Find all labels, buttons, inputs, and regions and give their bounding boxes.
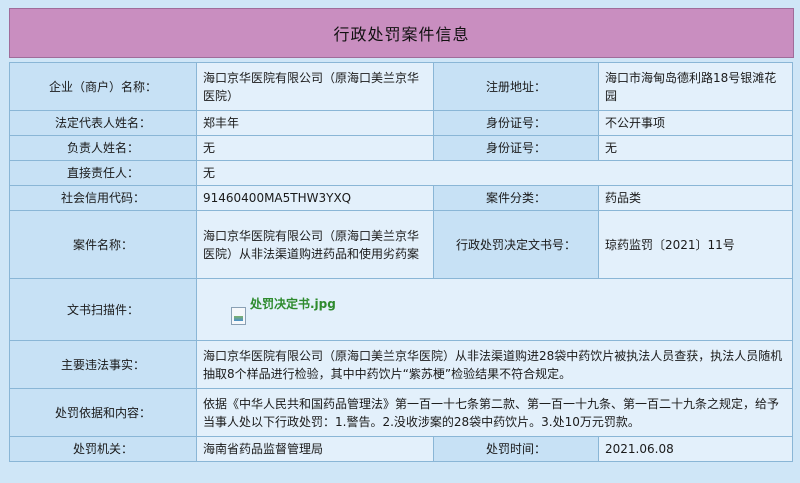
scan-value: 处罚决定书.jpg — [196, 278, 793, 341]
scan-attachment[interactable]: 处罚决定书.jpg — [203, 295, 786, 325]
violations-value: 海口京华医院有限公司（原海口美兰京华医院）从非法渠道购进28袋中药饮片被执法人员… — [196, 340, 793, 389]
penalty-date-label: 处罚时间： — [433, 436, 599, 462]
table-row-person-in-charge: 负责人姓名： 无 身份证号： 无 — [9, 135, 793, 161]
direct-responsible-label: 直接责任人： — [9, 160, 197, 186]
scan-label: 文书扫描件： — [9, 278, 197, 341]
basis-value: 依据《中华人民共和国药品管理法》第一百一十七条第二款、第一百一十九条、第一百二十… — [196, 388, 793, 437]
person-in-charge-id-value: 无 — [598, 135, 793, 161]
company-name-value: 海口京华医院有限公司（原海口美兰京华医院） — [196, 62, 434, 111]
direct-responsible-value: 无 — [196, 160, 793, 186]
registered-address-label: 注册地址： — [433, 62, 599, 111]
table-row-credit-code: 社会信用代码： 91460400MA5THW3YXQ 案件分类： 药品类 — [9, 185, 793, 211]
case-name-value: 海口京华医院有限公司（原海口美兰京华医院）从非法渠道购进药品和使用劣药案 — [196, 210, 434, 279]
person-in-charge-id-label: 身份证号： — [433, 135, 599, 161]
case-category-value: 药品类 — [598, 185, 793, 211]
page: 行政处罚案件信息 企业（商户）名称： 海口京华医院有限公司（原海口美兰京华医院）… — [0, 0, 800, 483]
violations-label: 主要违法事实： — [9, 340, 197, 389]
table-row-scan: 文书扫描件： 处罚决定书.jpg — [9, 278, 793, 341]
penalty-date-value: 2021.06.08 — [598, 436, 793, 462]
table-row-case-name: 案件名称： 海口京华医院有限公司（原海口美兰京华医院）从非法渠道购进药品和使用劣… — [9, 210, 793, 279]
legal-rep-label: 法定代表人姓名： — [9, 110, 197, 136]
authority-value: 海南省药品监督管理局 — [196, 436, 434, 462]
image-file-icon[interactable] — [231, 306, 246, 325]
table-row-violations: 主要违法事实： 海口京华医院有限公司（原海口美兰京华医院）从非法渠道购进28袋中… — [9, 340, 793, 389]
table-row-basis: 处罚依据和内容： 依据《中华人民共和国药品管理法》第一百一十七条第二款、第一百一… — [9, 388, 793, 437]
basis-label: 处罚依据和内容： — [9, 388, 197, 437]
case-category-label: 案件分类： — [433, 185, 599, 211]
legal-rep-id-value: 不公开事项 — [598, 110, 793, 136]
credit-code-value: 91460400MA5THW3YXQ — [196, 185, 434, 211]
company-name-label: 企业（商户）名称： — [9, 62, 197, 111]
legal-rep-id-label: 身份证号： — [433, 110, 599, 136]
decision-doc-no-label: 行政处罚决定文书号： — [433, 210, 599, 279]
authority-label: 处罚机关： — [9, 436, 197, 462]
table-row-company: 企业（商户）名称： 海口京华医院有限公司（原海口美兰京华医院） 注册地址： 海口… — [9, 62, 793, 111]
person-in-charge-label: 负责人姓名： — [9, 135, 197, 161]
case-info-table: 企业（商户）名称： 海口京华医院有限公司（原海口美兰京华医院） 注册地址： 海口… — [9, 62, 793, 462]
person-in-charge-value: 无 — [196, 135, 434, 161]
case-name-label: 案件名称： — [9, 210, 197, 279]
scan-file-link[interactable]: 处罚决定书.jpg — [250, 295, 336, 313]
table-row-authority: 处罚机关： 海南省药品监督管理局 处罚时间： 2021.06.08 — [9, 436, 793, 462]
legal-rep-value: 郑丰年 — [196, 110, 434, 136]
registered-address-value: 海口市海甸岛德利路18号银滩花园 — [598, 62, 793, 111]
credit-code-label: 社会信用代码： — [9, 185, 197, 211]
table-row-legal-rep: 法定代表人姓名： 郑丰年 身份证号： 不公开事项 — [9, 110, 793, 136]
table-row-direct-responsible: 直接责任人： 无 — [9, 160, 793, 186]
page-title: 行政处罚案件信息 — [9, 8, 794, 58]
decision-doc-no-value: 琼药监罚〔2021〕11号 — [598, 210, 793, 279]
